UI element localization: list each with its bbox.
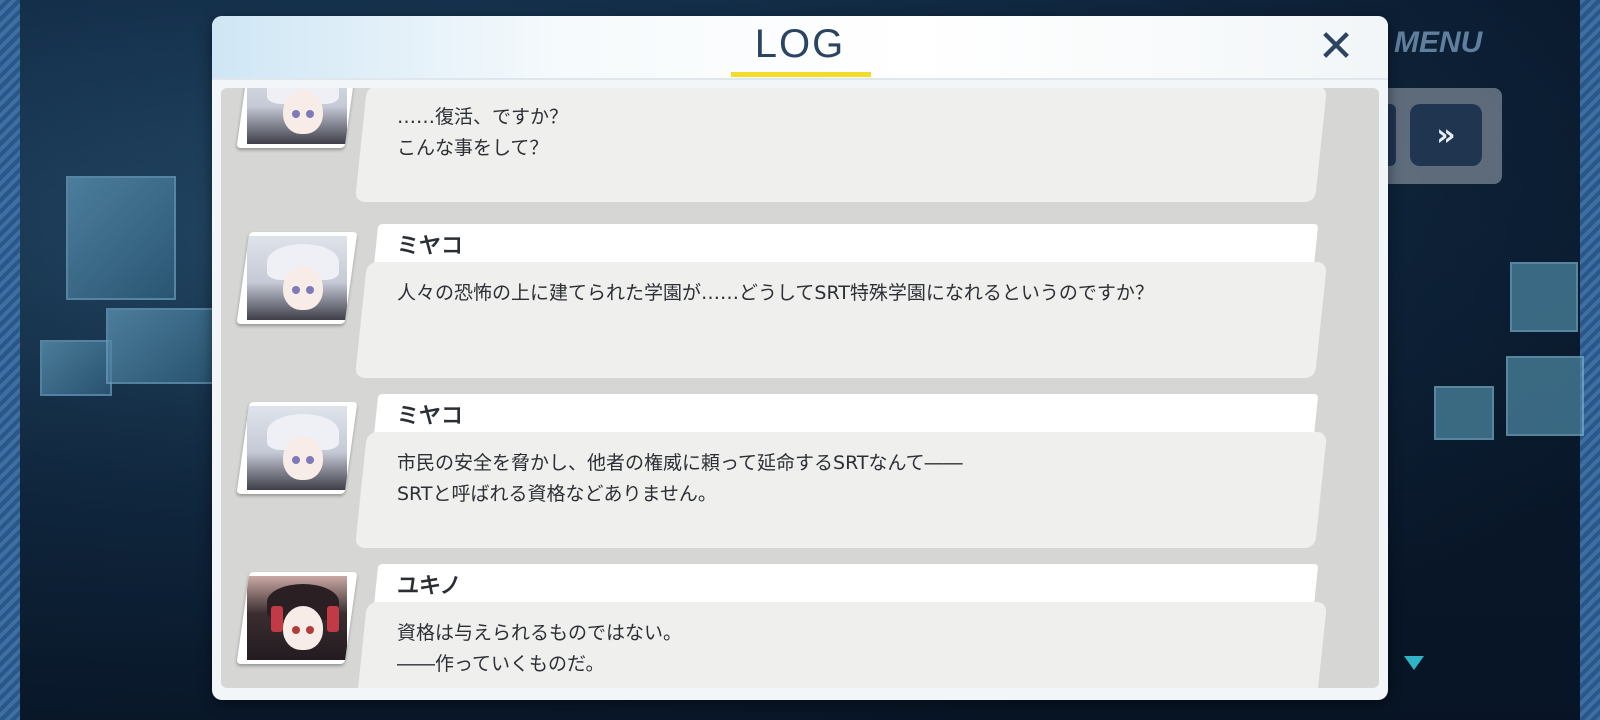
background-panel	[1510, 262, 1578, 332]
miyako-portrait	[236, 88, 358, 148]
background-panel	[1506, 356, 1584, 436]
dialogue-text: ……復活、ですか？ こんな事をして？	[397, 106, 569, 159]
dialogue-text: 資格は与えられるものではない。 ――作っていくものだ。	[397, 622, 683, 675]
speaker-name: ユキノ	[397, 574, 462, 599]
background-monitor	[106, 308, 214, 384]
background-monitor	[66, 176, 176, 300]
miyako-portrait	[236, 402, 358, 494]
yukino-portrait	[236, 572, 358, 664]
dialogue-text: 人々の恐怖の上に建てられた学園が……どうしてSRT特殊学園になれるというのですか…	[397, 282, 1154, 304]
speaker-name: ミヤコ	[397, 234, 464, 259]
dialogue-text: 市民の安全を脅かし、他者の権威に頼って延命するSRTなんて―― SRTと呼ばれる…	[397, 452, 963, 505]
log-list[interactable]: ……復活、ですか？ こんな事をして？ ミヤコ 人々の恐怖の上に建てられた学園が……	[221, 88, 1379, 688]
log-entry: ユキノ 資格は与えられるものではない。 ――作っていくものだ。	[221, 564, 1379, 688]
miyako-portrait	[236, 232, 358, 324]
log-header: LOG ✕	[212, 16, 1388, 80]
speaker-name: ミヤコ	[397, 404, 464, 429]
title-underline	[731, 72, 871, 77]
background-monitor	[40, 340, 112, 396]
left-border-stripe	[0, 0, 20, 720]
close-icon: ✕	[1317, 20, 1355, 72]
next-arrow-icon	[1404, 656, 1424, 670]
fast-forward-icon: »	[1436, 117, 1456, 153]
menu-button[interactable]: MENU	[1394, 26, 1482, 60]
log-entry: ミヤコ 人々の恐怖の上に建てられた学園が……どうしてSRT特殊学園になれるという…	[221, 224, 1379, 384]
log-window: LOG ✕ ……復活、ですか？ こんな事をして？ ミヤコ 人々の恐怖の上に建てら…	[212, 16, 1388, 700]
close-button[interactable]: ✕	[1312, 20, 1360, 72]
fast-forward-button[interactable]: »	[1410, 104, 1482, 166]
background-panel	[1434, 386, 1494, 440]
log-title: LOG	[754, 22, 846, 66]
log-entry: ……復活、ですか？ こんな事をして？	[221, 88, 1379, 208]
log-entry: ミヤコ 市民の安全を脅かし、他者の権威に頼って延命するSRTなんて―― SRTと…	[221, 394, 1379, 554]
